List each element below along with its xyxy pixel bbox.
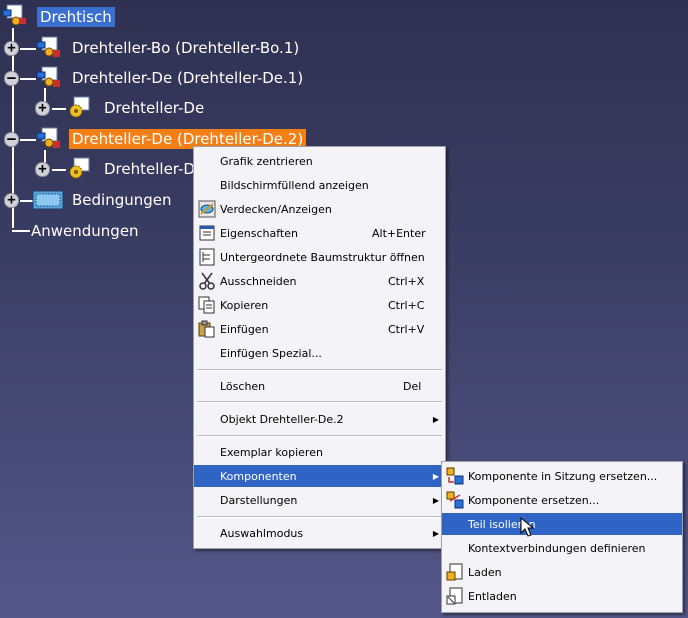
menu-item-copy[interactable]: Kopieren Ctrl+C: [194, 294, 445, 316]
menu-item-properties[interactable]: Eigenschaften Alt+Enter: [194, 222, 445, 244]
menu-separator: [197, 401, 442, 403]
paste-icon: [198, 320, 216, 338]
tree-connector: [20, 78, 36, 80]
submenu-arrow-icon: ▶: [432, 414, 439, 424]
tree-node-label[interactable]: Drehteller-De (Drehteller-De.1): [69, 68, 306, 88]
submenu-arrow-icon: ▶: [432, 528, 439, 538]
collapse-toggle[interactable]: –: [4, 132, 19, 147]
menu-item-copy-instance[interactable]: Exemplar kopieren: [194, 441, 445, 463]
subtree-icon: [198, 248, 216, 266]
tree-connector: [52, 169, 66, 171]
menu-item-hide-show[interactable]: Verdecken/Anzeigen: [194, 198, 445, 220]
menu-separator: [197, 369, 442, 371]
tree-node-label[interactable]: Drehteller-De: [101, 98, 207, 118]
menu-separator: [197, 516, 442, 518]
expand-toggle[interactable]: +: [4, 41, 19, 56]
replace-component-icon: [446, 491, 464, 509]
shortcut-label: Alt+Enter: [372, 226, 426, 240]
submenu-item-replace-in-session[interactable]: Komponente in Sitzung ersetzen...: [442, 465, 682, 487]
tree-node-label[interactable]: Drehteller-Bo (Drehteller-Bo.1): [69, 38, 302, 58]
menu-item-object[interactable]: Objekt Drehteller-De.2 ▶: [194, 408, 445, 430]
menu-item-fit-all[interactable]: Bildschirmfüllend anzeigen: [194, 174, 445, 196]
tree-connector: [52, 108, 66, 110]
submenu-item-unload[interactable]: Entladen: [442, 585, 682, 607]
menu-item-open-subtree[interactable]: Untergeordnete Baumstruktur öffnen: [194, 246, 445, 268]
shortcut-label: Ctrl+X: [388, 274, 425, 288]
context-menu: Grafik zentrieren Bildschirmfüllend anze…: [193, 146, 446, 549]
collapse-toggle[interactable]: –: [4, 71, 19, 86]
properties-icon: [198, 224, 216, 242]
tree-node-label[interactable]: Anwendungen: [28, 221, 142, 241]
assembly-product-icon[interactable]: [2, 4, 28, 28]
tree-node-label[interactable]: Drehteller-D: [101, 159, 198, 179]
hide-show-icon: [198, 200, 216, 218]
submenu-item-replace-component[interactable]: Komponente ersetzen...: [442, 489, 682, 511]
tree-root-label[interactable]: Drehtisch: [37, 7, 115, 27]
menu-item-center-graph[interactable]: Grafik zentrieren: [194, 150, 445, 172]
shortcut-label: Del: [403, 379, 422, 393]
submenu-item-define-context-links[interactable]: Kontextverbindungen definieren: [442, 537, 682, 559]
tree-connector: [20, 139, 36, 141]
part-icon[interactable]: [66, 157, 92, 181]
product-icon[interactable]: [36, 66, 62, 90]
submenu-arrow-icon: ▶: [432, 471, 439, 481]
tree-node-label[interactable]: Bedingungen: [69, 190, 175, 210]
tree-connector: [20, 48, 36, 50]
replace-in-session-icon: [446, 467, 464, 485]
shortcut-label: Ctrl+C: [388, 298, 425, 312]
part-icon[interactable]: [66, 96, 92, 120]
menu-separator: [197, 435, 442, 437]
menu-item-paste-special[interactable]: Einfügen Spezial...: [194, 342, 445, 364]
constraints-icon[interactable]: [32, 188, 64, 212]
unload-icon: [446, 587, 464, 605]
copy-icon: [198, 296, 216, 314]
expand-toggle[interactable]: +: [4, 193, 19, 208]
load-icon: [446, 563, 464, 581]
menu-item-delete[interactable]: Löschen Del: [194, 375, 445, 397]
components-submenu: Komponente in Sitzung ersetzen... Kompon…: [441, 461, 683, 613]
product-icon[interactable]: [36, 127, 62, 151]
submenu-item-load[interactable]: Laden: [442, 561, 682, 583]
menu-item-cut[interactable]: Ausschneiden Ctrl+X: [194, 270, 445, 292]
shortcut-label: Ctrl+V: [388, 322, 425, 336]
expand-toggle[interactable]: +: [35, 162, 50, 177]
product-icon[interactable]: [36, 36, 62, 60]
menu-item-selection-mode[interactable]: Auswahlmodus ▶: [194, 522, 445, 544]
submenu-item-isolate-part[interactable]: Teil isolieren: [442, 513, 682, 537]
scissors-icon: [198, 272, 216, 290]
submenu-arrow-icon: ▶: [432, 495, 439, 505]
menu-item-paste[interactable]: Einfügen Ctrl+V: [194, 318, 445, 340]
menu-item-representations[interactable]: Darstellungen ▶: [194, 489, 445, 511]
expand-toggle[interactable]: +: [35, 101, 50, 116]
menu-item-components[interactable]: Komponenten ▶: [194, 465, 445, 487]
